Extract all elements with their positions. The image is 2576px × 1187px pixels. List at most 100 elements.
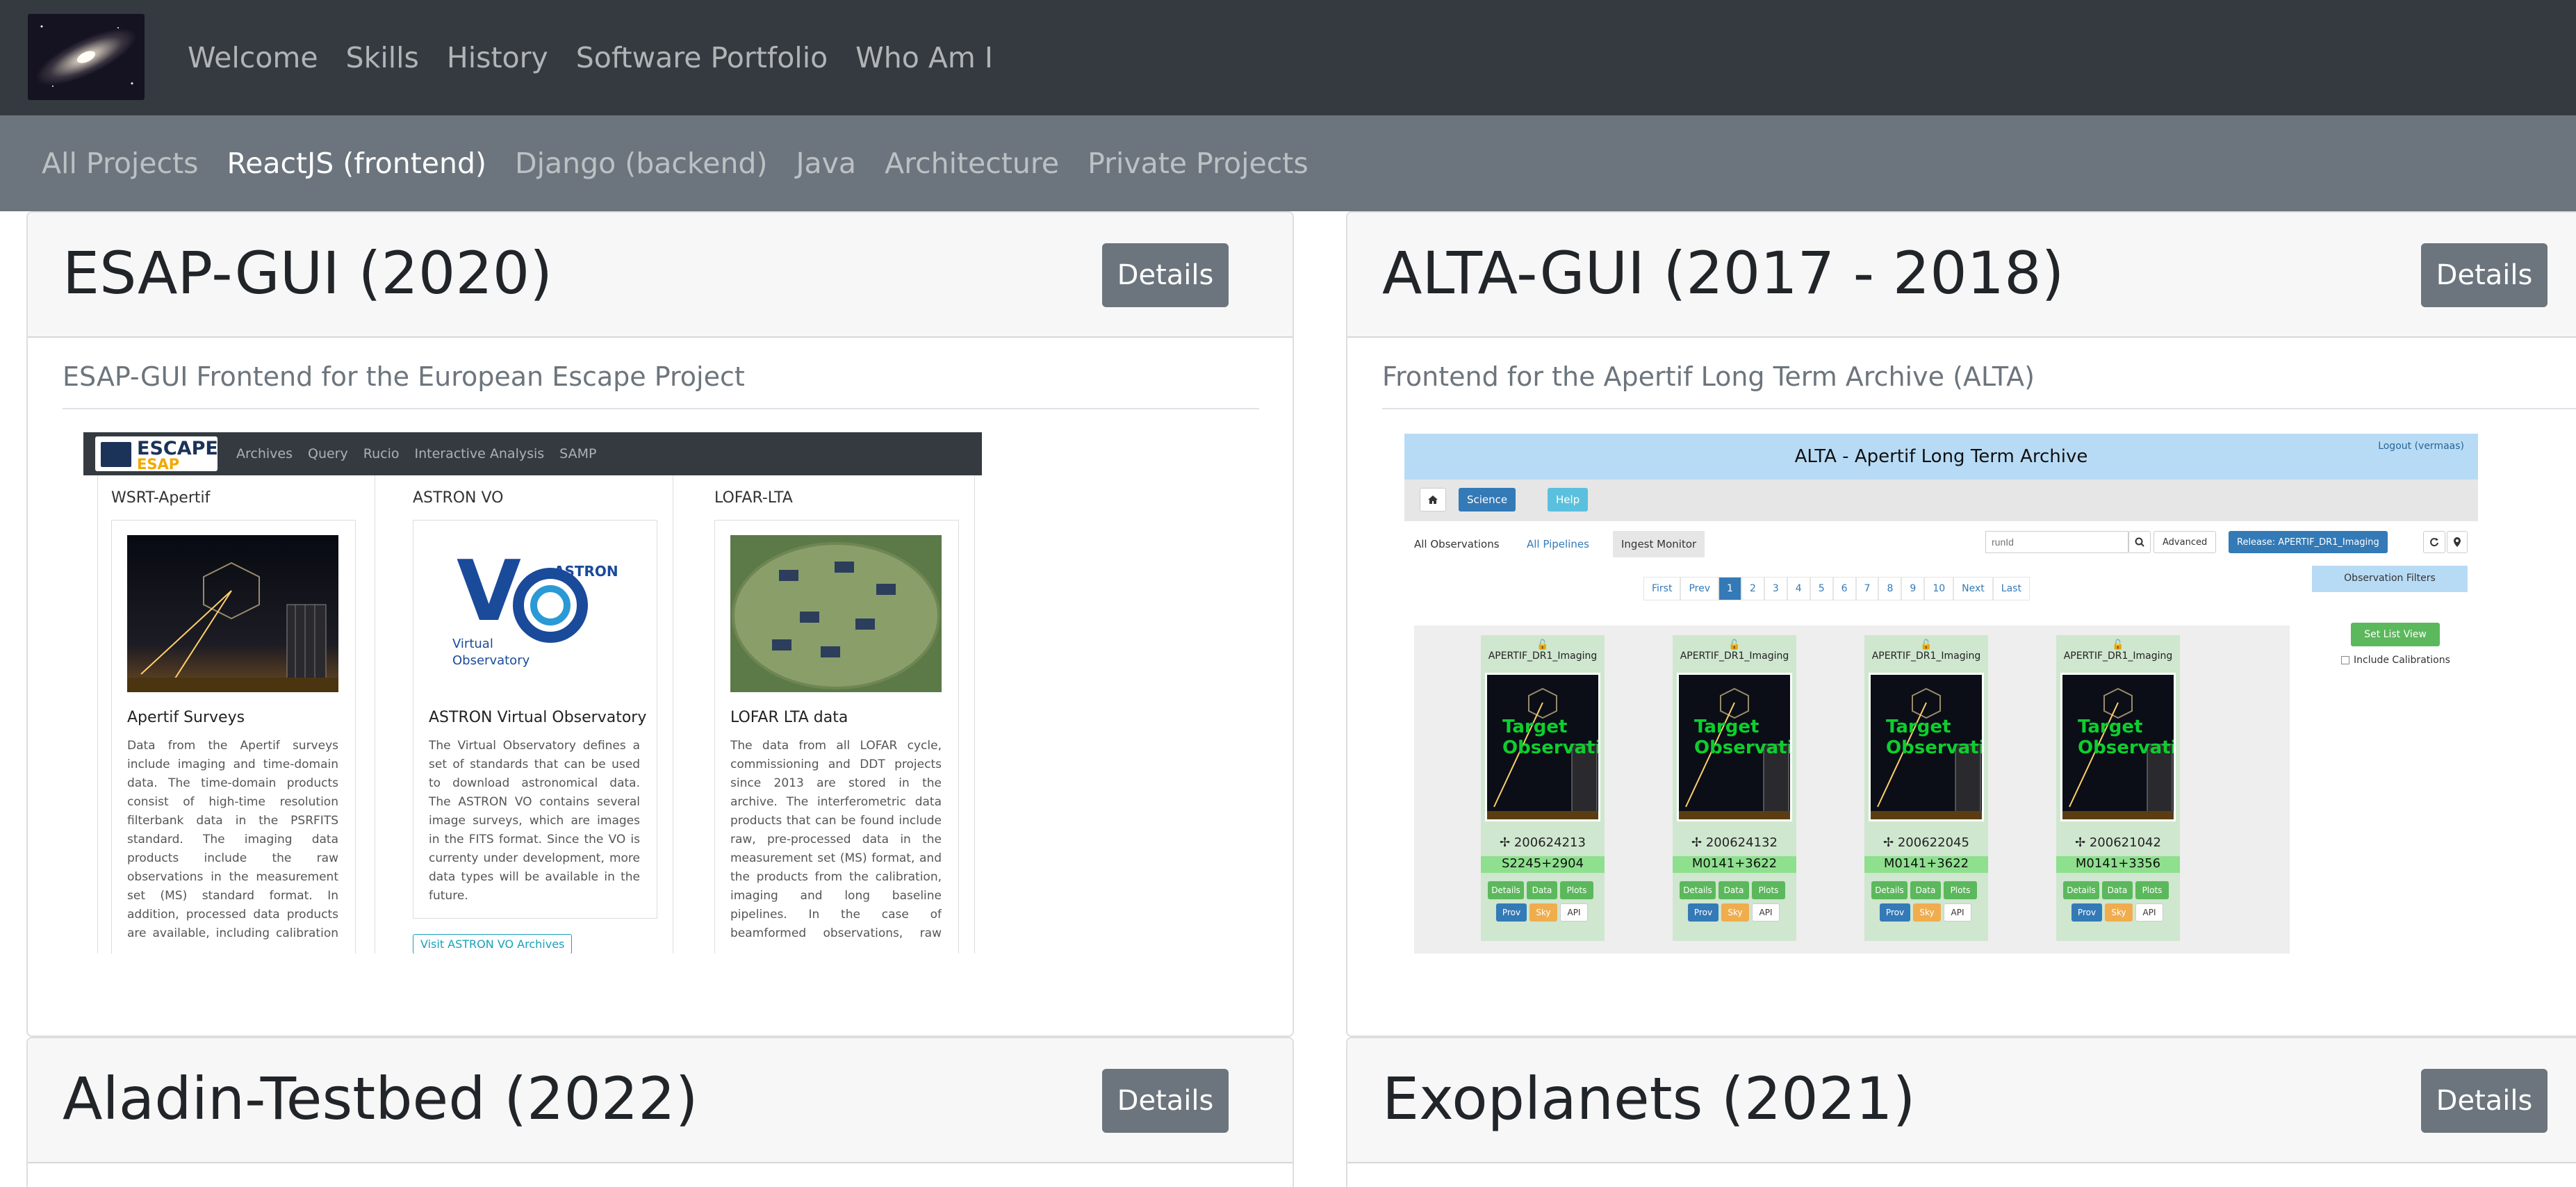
nav-skills[interactable]: Skills (346, 41, 419, 74)
tile-data-button[interactable]: Data (1527, 881, 1557, 899)
card-header: Exoplanets (2021) Details (1347, 1038, 2576, 1163)
tile-release-text: APERTIF_DR1_Imaging (1871, 650, 1981, 662)
tile-api-button[interactable]: API (1752, 903, 1780, 922)
esap-screenshot: ESCAPE ESAP Archives Query Rucio Interac… (83, 432, 982, 953)
filter-django[interactable]: Django (backend) (515, 147, 767, 180)
project-card-alta: ALTA-GUI (2017 - 2018) Details Frontend … (1346, 211, 2576, 1037)
tile-data-button[interactable]: Data (1718, 881, 1749, 899)
page-5[interactable]: 5 (1810, 577, 1833, 600)
details-button[interactable]: Details (1102, 243, 1229, 307)
page-6[interactable]: 6 (1832, 577, 1856, 600)
page-4[interactable]: 4 (1787, 577, 1810, 600)
tile-plots-button[interactable]: Plots (1560, 881, 1593, 899)
esap-menu-rucio[interactable]: Rucio (363, 446, 400, 461)
include-calibrations-checkbox[interactable]: Include Calibrations (2341, 655, 2450, 666)
runid-search-input[interactable] (1985, 531, 2128, 553)
tile-data-button[interactable]: Data (1910, 881, 1941, 899)
page-9[interactable]: 9 (1901, 577, 1925, 600)
vo-logo-observatory: Observatory (452, 653, 530, 668)
map-marker-button[interactable] (2447, 531, 2468, 553)
refresh-button[interactable] (2423, 531, 2445, 553)
archive-title: LOFAR-LTA (714, 489, 793, 507)
tile-sky-button[interactable]: Sky (1721, 903, 1749, 922)
tile-release-text: APERTIF_DR1_Imaging (1488, 650, 1598, 662)
details-button[interactable]: Details (2421, 243, 2548, 307)
nav-welcome[interactable]: Welcome (188, 41, 318, 74)
nav-history[interactable]: History (447, 41, 548, 74)
filter-all-projects[interactable]: All Projects (42, 147, 199, 180)
filter-reactjs[interactable]: ReactJS (frontend) (227, 147, 487, 180)
search-button[interactable] (2128, 531, 2151, 553)
esap-menu-interactive-analysis[interactable]: Interactive Analysis (415, 446, 545, 461)
tab-all-pipelines[interactable]: All Pipelines (1527, 538, 1589, 550)
tile-details-button[interactable]: Details (2063, 881, 2099, 899)
tile-prov-button[interactable]: Prov (1688, 903, 1718, 922)
subtitle-divider (63, 408, 1259, 409)
esap-menu-samp[interactable]: SAMP (559, 446, 596, 461)
card-title: ALTA-GUI (2017 - 2018) (1382, 239, 2065, 307)
tile-prov-button[interactable]: Prov (1880, 903, 1910, 922)
page-1[interactable]: 1 (1718, 577, 1741, 600)
advanced-search-button[interactable]: Advanced (2153, 531, 2217, 553)
archive-description: Data from the Apertif surveys include im… (127, 739, 338, 940)
tile-data-button[interactable]: Data (2102, 881, 2133, 899)
tile-plots-button[interactable]: Plots (2135, 881, 2169, 899)
details-button[interactable]: Details (1102, 1069, 1229, 1133)
visit-astron-vo-button[interactable]: Visit ASTRON VO Archives (413, 934, 573, 953)
nav-who-am-i[interactable]: Who Am I (855, 41, 993, 74)
tile-field-name: M0141+3356 (2056, 856, 2180, 873)
nav-software-portfolio[interactable]: Software Portfolio (576, 41, 828, 74)
tile-telescope-image: Target Observation (1869, 673, 1984, 821)
tile-sky-button[interactable]: Sky (1529, 903, 1557, 922)
page-3[interactable]: 3 (1764, 577, 1787, 600)
observation-tile[interactable]: 🔓 APERTIF_DR1_Imaging Target Observation… (1481, 635, 1605, 941)
release-dropdown[interactable]: Release: APERTIF_DR1_Imaging (2229, 531, 2388, 553)
filter-private-projects[interactable]: Private Projects (1088, 147, 1308, 180)
top-navbar: Welcome Skills History Software Portfoli… (0, 0, 2576, 115)
help-button[interactable]: Help (1548, 488, 1589, 511)
column-divider (97, 475, 98, 953)
archive-description: The data from all LOFAR cycle, commissio… (730, 739, 942, 940)
page-2[interactable]: 2 (1741, 577, 1764, 600)
observation-tile[interactable]: 🔓 APERTIF_DR1_Imaging Target Observation… (1673, 635, 1796, 941)
sub-navbar: All Projects ReactJS (frontend) Django (… (0, 115, 2576, 211)
tile-details-button[interactable]: Details (1680, 881, 1716, 899)
details-button[interactable]: Details (2421, 1069, 2548, 1133)
tab-ingest-monitor[interactable]: Ingest Monitor (1613, 531, 1705, 557)
home-button[interactable] (1420, 488, 1446, 511)
page-next[interactable]: Next (1953, 577, 1993, 600)
tab-all-observations[interactable]: All Observations (1414, 538, 1500, 550)
alta-logout-link[interactable]: Logout (vermaas) (2378, 441, 2464, 452)
set-list-view-button[interactable]: Set List View (2351, 623, 2440, 646)
page-prev[interactable]: Prev (1680, 577, 1719, 600)
tile-prov-button[interactable]: Prov (2072, 903, 2102, 922)
tile-prov-button[interactable]: Prov (1496, 903, 1527, 922)
tile-api-button[interactable]: API (1560, 903, 1588, 922)
page-first[interactable]: First (1643, 577, 1681, 600)
tile-plots-button[interactable]: Plots (1944, 881, 1977, 899)
checkbox-box[interactable] (2341, 656, 2349, 664)
esap-menu-query[interactable]: Query (308, 446, 348, 461)
science-button[interactable]: Science (1459, 488, 1516, 511)
observation-tile[interactable]: 🔓 APERTIF_DR1_Imaging Target Observation… (2056, 635, 2180, 941)
archive-name: ASTRON Virtual Observatory (429, 709, 647, 726)
page-10[interactable]: 10 (1924, 577, 1954, 600)
filter-java[interactable]: Java (796, 147, 856, 180)
tile-plots-button[interactable]: Plots (1752, 881, 1785, 899)
page-8[interactable]: 8 (1878, 577, 1902, 600)
filter-architecture[interactable]: Architecture (885, 147, 1059, 180)
column-divider (974, 475, 975, 953)
tile-api-button[interactable]: API (2135, 903, 2163, 922)
observation-tile[interactable]: 🔓 APERTIF_DR1_Imaging Target Observation… (1864, 635, 1988, 941)
tile-api-button[interactable]: API (1944, 903, 1971, 922)
page-7[interactable]: 7 (1855, 577, 1879, 600)
tile-details-button[interactable]: Details (1488, 881, 1524, 899)
tile-sky-button[interactable]: Sky (2105, 903, 2133, 922)
tile-sky-button[interactable]: Sky (1913, 903, 1941, 922)
esap-menu-archives[interactable]: Archives (236, 446, 293, 461)
page-last[interactable]: Last (1992, 577, 2030, 600)
galaxy-logo[interactable] (28, 14, 145, 100)
tile-id-text: 200624132 (1705, 835, 1778, 850)
tile-details-button[interactable]: Details (1871, 881, 1908, 899)
escape-logo: ESCAPE ESAP (95, 436, 218, 473)
